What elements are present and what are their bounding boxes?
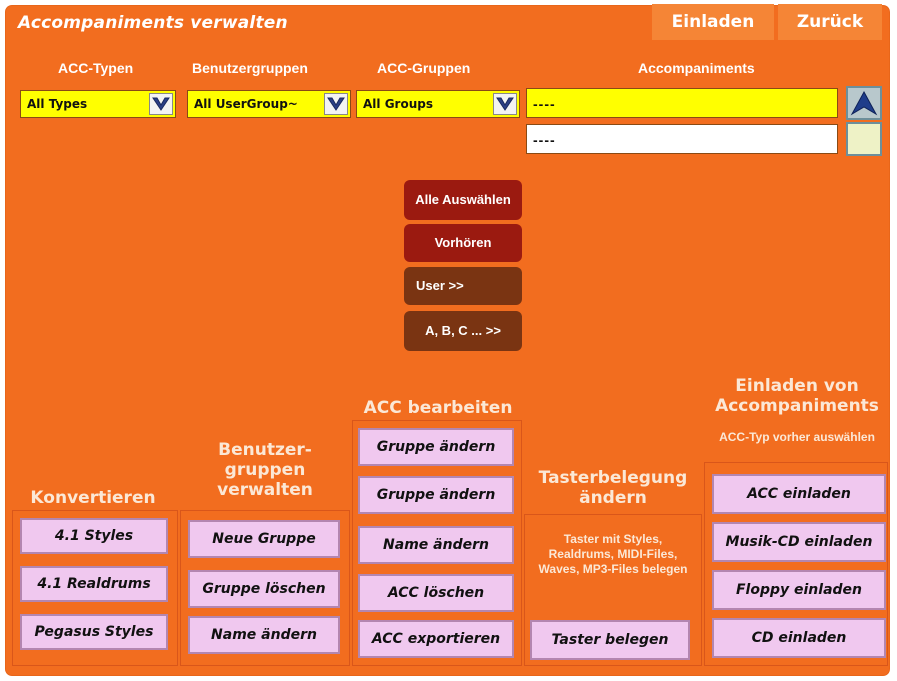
- usergroups-value: All UserGroup~: [194, 97, 298, 111]
- load-top-button[interactable]: Einladen: [652, 4, 774, 40]
- acc-groups-header: ACC-Gruppen: [377, 60, 471, 76]
- back-button[interactable]: Zurück: [778, 4, 882, 40]
- load-acc-header: Einladen von Accompaniments: [715, 376, 879, 416]
- accompaniment-value-2: ----: [533, 132, 556, 148]
- load-cd-button[interactable]: CD einladen: [712, 618, 886, 658]
- arrow-up-icon: [850, 90, 878, 116]
- chevron-down-icon[interactable]: [149, 93, 173, 115]
- load-floppy-button[interactable]: Floppy einladen: [712, 570, 886, 610]
- scroll-up-button[interactable]: [846, 86, 882, 120]
- acc-types-value: All Types: [27, 97, 88, 111]
- rename-acc-button[interactable]: Name ändern: [358, 526, 514, 564]
- acc-types-select[interactable]: All Types: [20, 90, 176, 118]
- delete-acc-button[interactable]: ACC löschen: [358, 574, 514, 612]
- load-acc-note: ACC-Typ vorher auswählen: [719, 430, 875, 444]
- convert-styles-button[interactable]: 4.1 Styles: [20, 518, 168, 554]
- accompaniment-value-1: ----: [533, 96, 556, 112]
- key-assign-description: Taster mit Styles, Realdrums, MIDI-Files…: [538, 532, 688, 576]
- user-filter-button[interactable]: User >>: [404, 267, 522, 305]
- usergroups-select[interactable]: All UserGroup~: [187, 90, 351, 118]
- acc-groups-select[interactable]: All Groups: [356, 90, 520, 118]
- usergroups-header: Benutzergruppen: [192, 60, 308, 76]
- usergroups-manage-header: Benutzer-gruppen verwalten: [217, 440, 313, 500]
- load-acc-button[interactable]: ACC einladen: [712, 474, 886, 514]
- load-music-cd-button[interactable]: Musik-CD einladen: [712, 522, 886, 562]
- acc-groups-value: All Groups: [363, 97, 433, 111]
- select-all-button[interactable]: Alle Auswählen: [404, 180, 522, 220]
- convert-pegasus-button[interactable]: Pegasus Styles: [20, 614, 168, 650]
- change-group-button-1[interactable]: Gruppe ändern: [358, 428, 514, 466]
- assign-keys-button[interactable]: Taster belegen: [530, 620, 690, 660]
- acc-edit-header: ACC bearbeiten: [363, 398, 513, 418]
- change-group-button-2[interactable]: Gruppe ändern: [358, 476, 514, 514]
- chevron-down-icon[interactable]: [324, 93, 348, 115]
- window-title: Accompaniments verwalten: [18, 13, 288, 33]
- preview-button[interactable]: Vorhören: [404, 224, 522, 262]
- new-group-button[interactable]: Neue Gruppe: [188, 520, 340, 558]
- convert-realdrums-button[interactable]: 4.1 Realdrums: [20, 566, 168, 602]
- acc-types-header: ACC-Typen: [58, 60, 134, 76]
- accompaniment-item-selected[interactable]: ----: [526, 88, 838, 118]
- delete-group-button[interactable]: Gruppe löschen: [188, 570, 340, 608]
- scroll-thumb[interactable]: [846, 122, 882, 156]
- chevron-down-icon[interactable]: [493, 93, 517, 115]
- key-assign-header: Tasterbelegung ändern: [538, 468, 688, 508]
- alphabet-filter-button[interactable]: A, B, C ... >>: [404, 311, 522, 351]
- accompaniment-item[interactable]: ----: [526, 124, 838, 154]
- accompaniments-header: Accompaniments: [638, 60, 755, 76]
- export-acc-button[interactable]: ACC exportieren: [358, 620, 514, 658]
- convert-header: Konvertieren: [30, 488, 156, 508]
- rename-group-button[interactable]: Name ändern: [188, 616, 340, 654]
